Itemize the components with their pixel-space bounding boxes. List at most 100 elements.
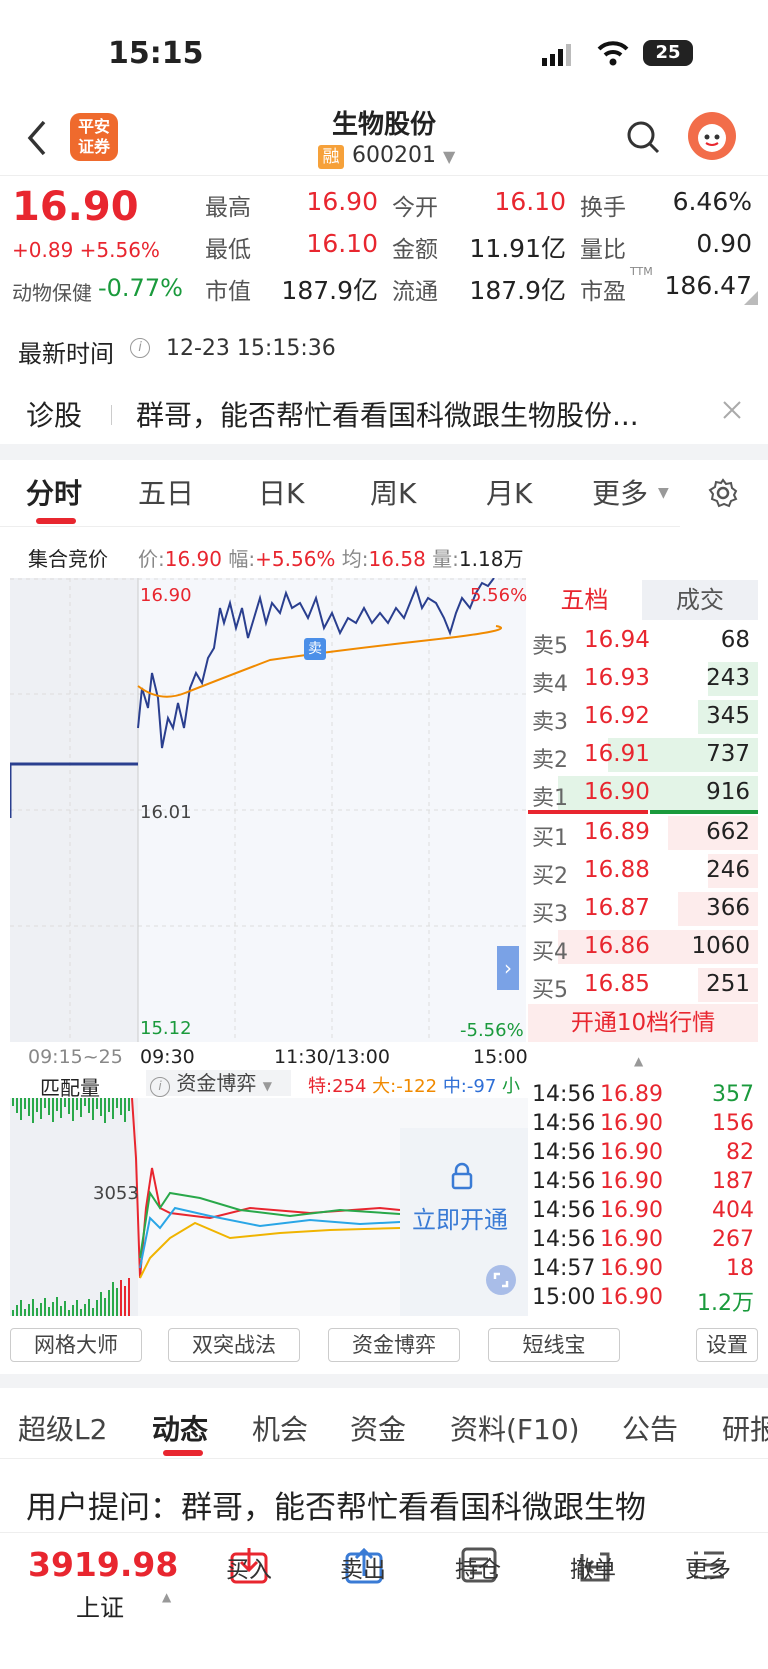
level-label: 买5 xyxy=(532,978,568,1003)
info-tab[interactable]: 动态 xyxy=(152,1408,208,1448)
match-volume-bar xyxy=(120,1098,122,1115)
bids-row[interactable]: 买2 16.88 246 xyxy=(528,852,758,890)
caret-up-icon[interactable]: ▲ xyxy=(162,1590,171,1604)
match-volume-label: 匹配量 xyxy=(40,1076,100,1100)
stat-value: 16.10 xyxy=(306,229,378,258)
bids-row[interactable]: 买4 16.86 1060 xyxy=(528,928,758,966)
unlock-button[interactable]: 立即开通 xyxy=(412,1200,508,1235)
match-volume-bar xyxy=(68,1098,70,1114)
match-volume-bar xyxy=(24,1309,26,1316)
trade-price: 16.90 xyxy=(600,1256,663,1281)
feed-text[interactable]: 用户提问：群哥，能否帮忙看看国科微跟生物 xyxy=(26,1482,756,1527)
stat-label: 今开 xyxy=(392,195,438,221)
info-tab[interactable]: 公告 xyxy=(622,1408,678,1448)
stat-label: 最高 xyxy=(205,195,251,221)
info-tab[interactable]: 超级L2 xyxy=(18,1408,107,1448)
trade-volume: 357 xyxy=(712,1082,754,1107)
level-price: 16.90 xyxy=(584,779,650,805)
tool-button[interactable]: 网格大师 xyxy=(10,1328,142,1362)
orderbook-tab-five[interactable]: 五档 xyxy=(528,580,641,620)
sector-name[interactable]: 动物保健 xyxy=(12,277,92,306)
fullscreen-icon[interactable] xyxy=(486,1265,516,1295)
match-volume-bar xyxy=(56,1297,58,1316)
stat-value: 187.9亿 xyxy=(469,276,566,305)
more-indicator-icon[interactable] xyxy=(744,290,758,305)
indicator-selector[interactable]: i 资金博弈 ▼ xyxy=(146,1070,291,1097)
caret-down-icon[interactable]: ▼ xyxy=(658,485,669,501)
sell-marker[interactable]: 卖 xyxy=(304,638,326,660)
chart-low-label: 15.12 xyxy=(140,1018,192,1039)
status-bar: 15:15 25 xyxy=(0,0,768,105)
search-icon[interactable] xyxy=(626,120,660,154)
asks-row[interactable]: 卖3 16.92 345 xyxy=(528,698,758,736)
settings-gear-icon[interactable] xyxy=(708,478,738,508)
action-label[interactable]: 卖出 xyxy=(323,1550,403,1584)
level-label: 买4 xyxy=(532,940,568,965)
info-tab[interactable]: 资料(F10) xyxy=(450,1408,580,1448)
intraday-chart[interactable] xyxy=(10,578,528,1044)
flow-large: 大:-122 xyxy=(372,1076,438,1097)
avatar[interactable] xyxy=(688,112,736,160)
signal-icon xyxy=(542,44,576,66)
stat-label: 市值 xyxy=(205,279,251,305)
flow-special: 特:254 xyxy=(308,1076,367,1097)
level-volume: 366 xyxy=(706,895,750,921)
close-icon[interactable] xyxy=(722,400,742,420)
asks-row[interactable]: 卖2 16.91 737 xyxy=(528,736,758,774)
flow-medium: 中:-97 xyxy=(442,1076,497,1097)
match-volume-bar xyxy=(64,1301,66,1316)
action-label[interactable]: 更多 xyxy=(668,1550,748,1584)
index-value[interactable]: 3919.98 xyxy=(28,1545,178,1584)
diagnose-label[interactable]: 诊股 xyxy=(26,394,82,434)
match-volume-bar xyxy=(116,1098,118,1108)
fund-flow-values: 特:254 大:-122 中:-97 小 xyxy=(308,1072,526,1098)
info-tab[interactable]: 机会 xyxy=(252,1408,308,1448)
tool-button[interactable]: 资金博弈 xyxy=(328,1328,460,1362)
time-axis: 09:15~25 09:30 11:30/13:00 15:00 xyxy=(0,1046,528,1068)
bids-row[interactable]: 买1 16.89 662 xyxy=(528,814,758,852)
level-volume: 662 xyxy=(706,819,750,845)
tab-5[interactable]: 更多 xyxy=(592,472,648,512)
match-volume-bar xyxy=(52,1302,54,1316)
avg-label: 均: xyxy=(341,547,369,571)
tab-4[interactable]: 月K xyxy=(486,472,532,512)
section-gap xyxy=(0,1374,768,1388)
match-volume-bar xyxy=(84,1304,86,1316)
info-icon[interactable]: i xyxy=(130,338,150,358)
bids-row[interactable]: 买5 16.85 251 xyxy=(528,966,758,1004)
stat-label: 流通 xyxy=(392,279,438,305)
match-volume-bar xyxy=(44,1298,46,1316)
stat-value: 187.9亿 xyxy=(281,276,378,305)
scroll-up-icon[interactable]: ▲ xyxy=(634,1054,643,1068)
asks-row[interactable]: 卖4 16.93 243 xyxy=(528,660,758,698)
tab-0[interactable]: 分时 xyxy=(26,472,82,512)
stock-code[interactable]: 600201 ▼ xyxy=(352,143,455,168)
action-label[interactable]: 持仓 xyxy=(438,1550,518,1584)
chart-low-pct: -5.56% xyxy=(460,1020,524,1041)
stat-value: 186.47 xyxy=(664,271,752,300)
orderbook-tab-trades[interactable]: 成交 xyxy=(642,580,758,620)
asks-row[interactable]: 卖5 16.94 68 xyxy=(528,622,758,660)
tool-button[interactable]: 设置 xyxy=(696,1328,758,1362)
index-name[interactable]: 上证 xyxy=(76,1588,124,1623)
tool-button[interactable]: 双突战法 xyxy=(168,1328,300,1362)
auction-vol: 1.18万 xyxy=(458,547,524,571)
tab-1[interactable]: 五日 xyxy=(138,472,194,512)
asks-row[interactable]: 卖1 16.90 916 xyxy=(528,774,758,812)
diagnose-text[interactable]: 群哥，能否帮忙看看国科微跟生物股份... xyxy=(136,394,706,434)
match-volume-bar xyxy=(96,1098,98,1109)
tool-button[interactable]: 短线宝 xyxy=(488,1328,620,1362)
match-volume-bar xyxy=(116,1288,118,1316)
action-label[interactable]: 撤单 xyxy=(553,1550,633,1584)
bids-row[interactable]: 买3 16.87 366 xyxy=(528,890,758,928)
info-tab[interactable]: 资金 xyxy=(350,1408,406,1448)
tab-2[interactable]: 日K xyxy=(258,472,304,512)
match-volume-bar xyxy=(16,1305,18,1316)
open-10-levels-button[interactable]: 开通10档行情 xyxy=(528,1004,758,1042)
expand-arrow-icon[interactable]: › xyxy=(497,946,519,990)
action-label[interactable]: 买入 xyxy=(209,1550,289,1584)
match-volume-bar xyxy=(68,1310,70,1316)
tab-3[interactable]: 周K xyxy=(370,472,416,512)
info-tab[interactable]: 研报 xyxy=(722,1408,768,1448)
lock-icon xyxy=(450,1162,474,1190)
